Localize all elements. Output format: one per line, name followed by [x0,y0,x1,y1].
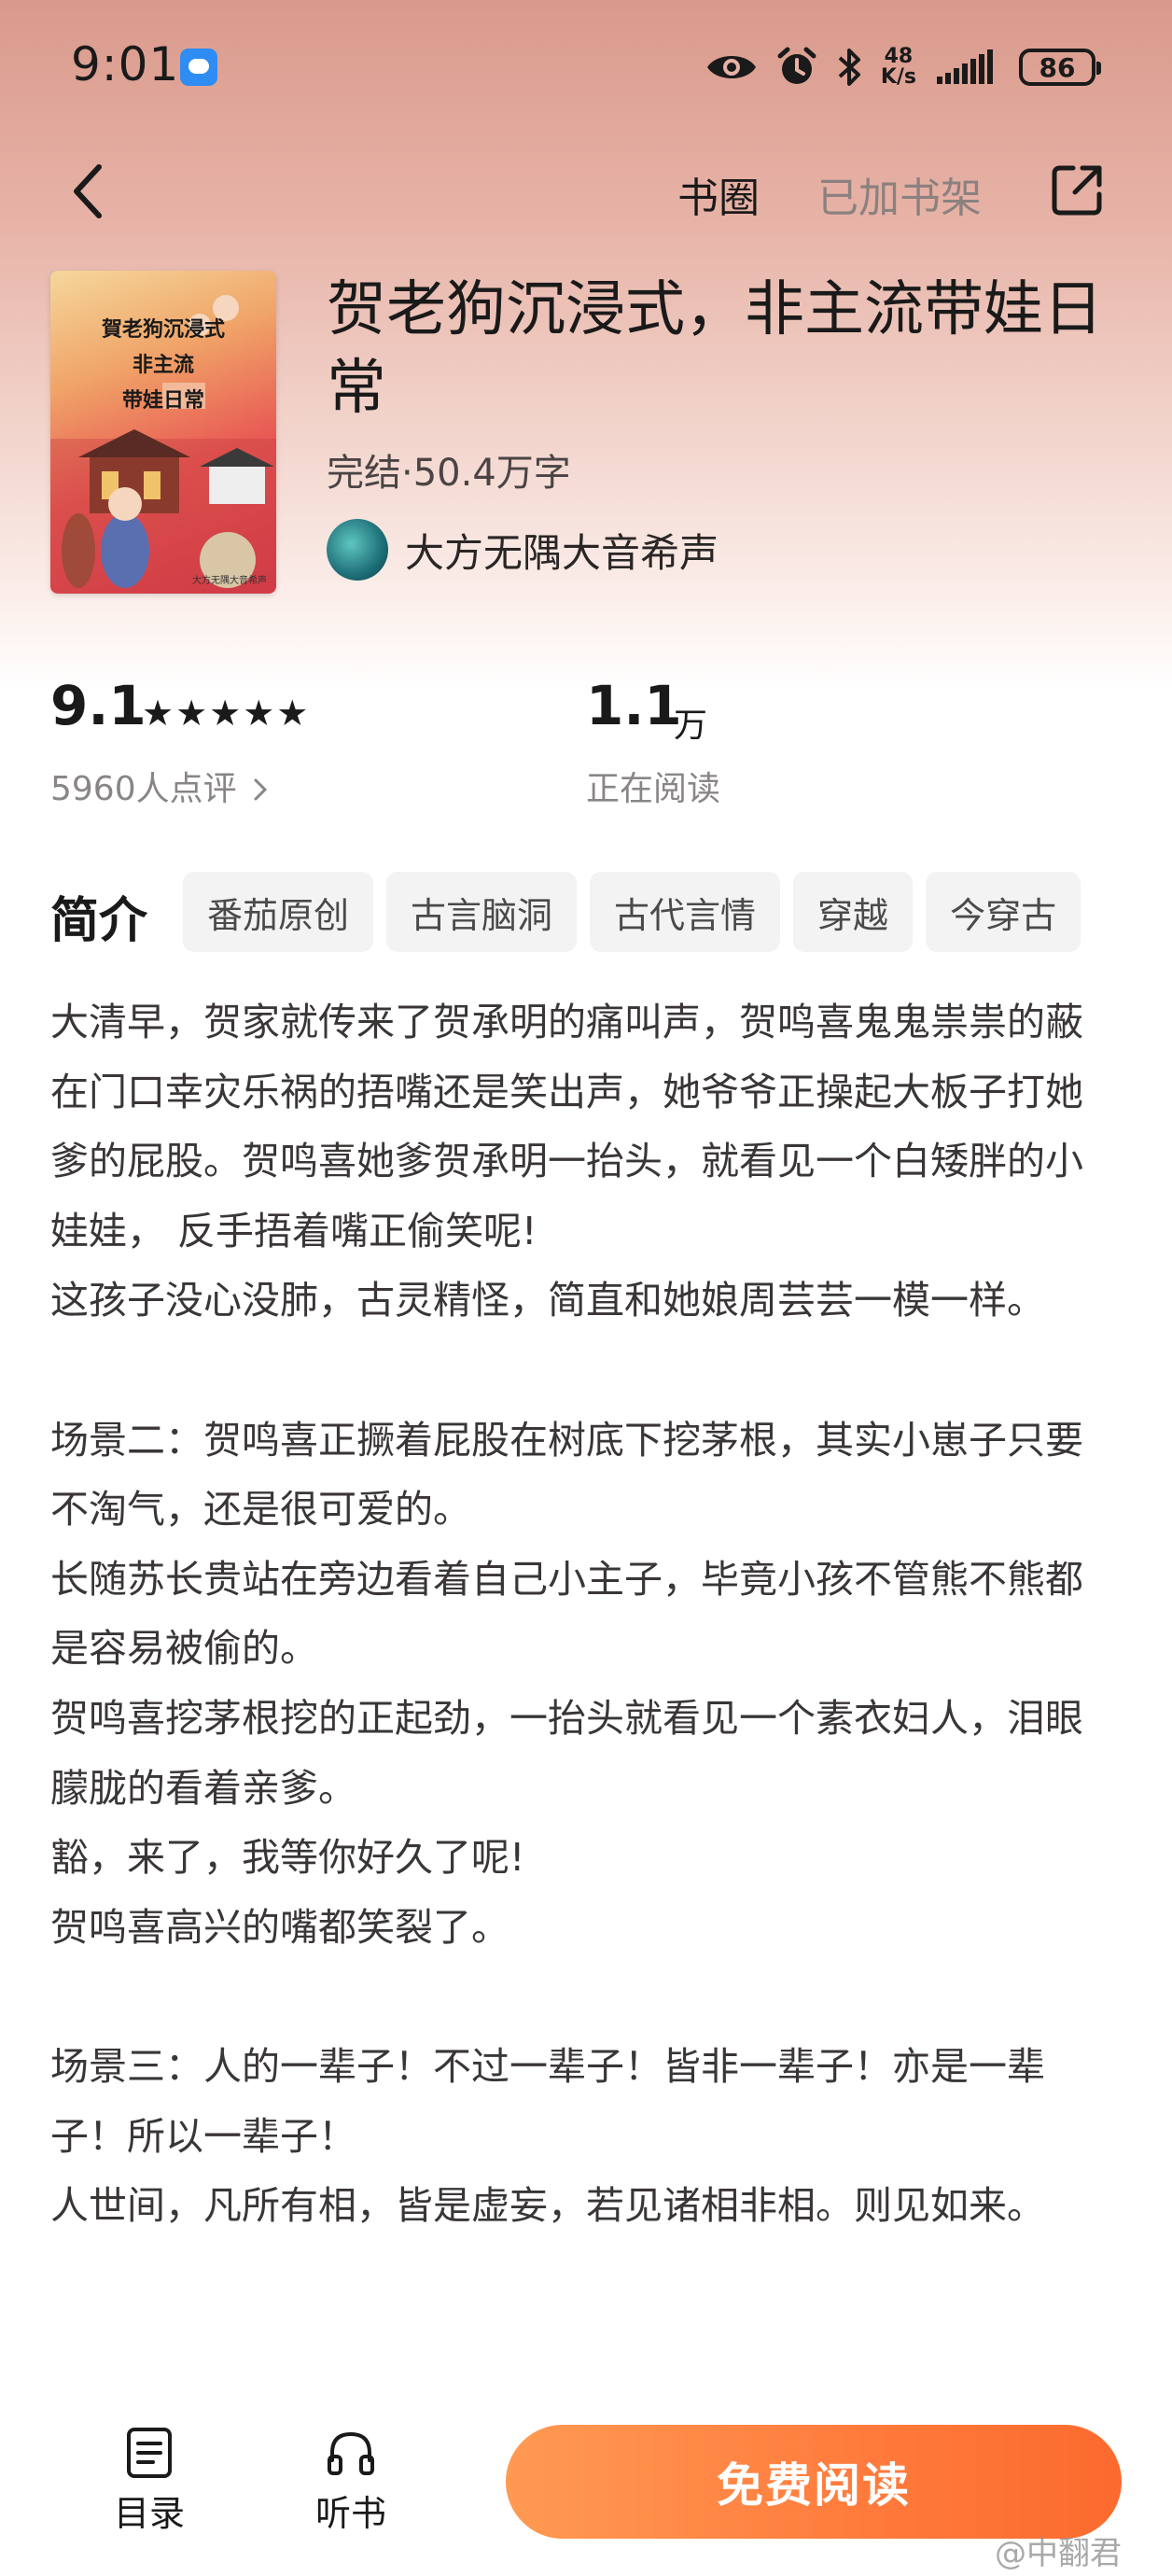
cover-title: 賀老狗沉浸式 非主流 带娃日常 [50,312,276,418]
status-bar: 9:01 48 K/s 86 [0,0,1172,140]
tag-item[interactable]: 古代言情 [590,872,781,952]
description-paragraph: 长随苏长贵站在旁边看着自己小主子，毕竟小孩不管熊不熊都是容易被偷的。 [50,1556,1083,1672]
chevron-left-icon [74,164,102,218]
book-meta: 完结·50.4万字 [327,452,571,495]
tag-item[interactable]: 古言脑洞 [386,872,578,952]
intro-heading: 简介 [50,893,148,949]
alarm-icon [776,47,817,88]
readers-unit: 万 [674,707,708,745]
net-speed: 48 K/s [881,47,916,88]
author-name: 大方无隅大音希声 [405,529,719,576]
bluetooth-icon [836,47,862,88]
list-doc-icon [127,2428,172,2478]
author-link[interactable]: 大方无隅大音希声 [327,519,719,581]
cover-title-line-3: 带娃日常 [121,388,204,413]
status-time: 9:01 [71,37,180,91]
rating-count-link[interactable]: 5960人点评 [50,762,268,810]
listen-label: 听书 [314,2493,386,2534]
book-cover[interactable]: 賀老狗沉浸式 非主流 带娃日常 大方无隅大音希声 [50,271,276,594]
book-detail-page: 9:01 48 K/s 86 书圈 已加书架 賀老狗沉浸式 非主流 带娃日常 大… [0,0,1172,2576]
chevron-right-icon [253,772,268,810]
description-paragraph: 大清早，贺家就传来了贺承明的痛叫声，贺鸣喜鬼鬼祟祟的蔽在门口幸灾乐祸的捂嘴还是笑… [50,1000,1083,1253]
signal-icon [935,49,1000,86]
rating-count-text: 5960人点评 [50,770,237,808]
headphones-icon [328,2431,374,2475]
message-notification-icon [180,49,217,86]
back-button[interactable] [60,159,116,224]
share-button[interactable] [1047,161,1107,220]
description-paragraph: 人世间，凡所有相，皆是虚妄，若见诸相非相。则见如来。 [50,2183,1045,2229]
rating-stars: ★★★★★ [142,693,311,734]
description-paragraph: 贺鸣喜挖茅根挖的正起劲，一抬头就看见一个素衣妇人，泪眼朦胧的看着亲爹。 [50,1695,1083,1811]
watermark: @中翻君 [995,2535,1122,2572]
author-avatar [327,519,388,581]
rating-score: 9.1 [50,674,146,737]
book-title: 贺老狗沉浸式，非主流带娃日常 [327,275,1103,423]
description-paragraph: 场景二：贺鸣喜正撅着屁股在树底下挖茅根，其实小崽子只要不淘气，还是很可爱的。 [50,1417,1083,1533]
description-paragraph: 贺鸣喜高兴的嘴都笑裂了。 [50,1904,509,1950]
battery-indicator: 86 [1019,49,1101,86]
catalog-button[interactable]: 目录 [93,2427,205,2536]
tag-item[interactable]: 今穿古 [926,872,1081,952]
readers-label: 正在阅读 [586,770,721,808]
eye-icon [705,50,758,84]
book-circle-link[interactable]: 书圈 [677,164,760,224]
description-paragraph: 场景三：人的一辈子！不过一辈子！皆非一辈子！亦是一辈子！所以一辈子！ [50,2043,1045,2159]
tag-item[interactable]: 穿越 [793,872,914,952]
tag-item[interactable]: 番茄原创 [183,872,374,952]
description-paragraph: 这孩子没心没肺，古灵精怪，简直和她娘周芸芸一模一样。 [50,1278,1045,1323]
cover-title-line-1: 賀老狗沉浸式 [101,317,225,342]
cover-author: 大方无隅大音希声 [192,576,267,586]
status-icons: 48 K/s 86 [705,41,1101,93]
catalog-label: 目录 [113,2493,185,2534]
added-to-shelf-button[interactable]: 已加书架 [817,164,982,224]
cover-title-line-2: 非主流 [132,353,194,377]
net-speed-value: 48 [884,45,914,68]
tag-list: 番茄原创 古言脑洞 古代言情 穿越 今穿古 [183,872,1081,952]
listen-button[interactable]: 听书 [295,2427,407,2536]
share-icon [1052,165,1102,216]
net-speed-unit: K/s [880,65,916,89]
description-paragraph: 豁，来了，我等你好久了呢! [50,1835,525,1881]
book-description: 大清早，贺家就传来了贺承明的痛叫声，贺鸣喜鬼鬼祟祟的蔽在门口幸灾乐祸的捂嘴还是笑… [50,987,1114,2241]
free-read-button[interactable]: 免费阅读 [506,2425,1122,2539]
readers-count: 1.1 [586,674,682,737]
